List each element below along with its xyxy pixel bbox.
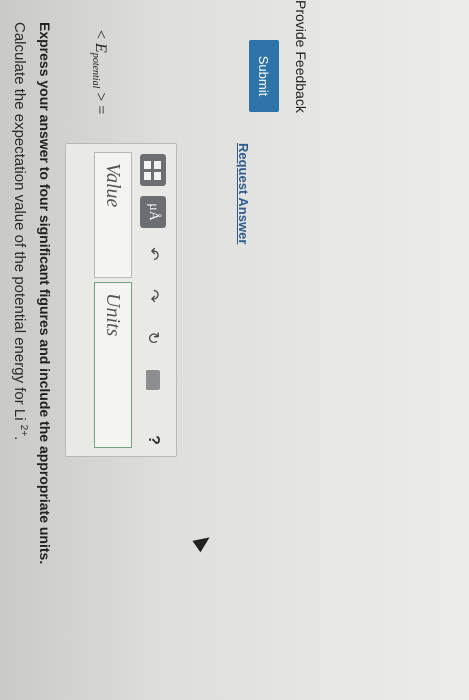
problem-page: Calculate the expectation value of the p… <box>0 0 469 700</box>
help-button[interactable]: ? <box>140 424 166 456</box>
provide-feedback-link[interactable]: Provide Feedback <box>293 0 309 113</box>
equation-label: < Epotential > = <box>90 30 109 115</box>
request-answer-link[interactable]: Request Answer <box>236 143 251 244</box>
undo-icon[interactable]: ↶ <box>140 238 166 270</box>
units-input[interactable] <box>94 282 132 448</box>
redo-icon[interactable]: ↷ <box>140 280 166 312</box>
answer-panel: μÅ ↶ ↷ ↻ ? <box>65 143 177 457</box>
reset-icon[interactable]: ↻ <box>140 322 166 354</box>
keyboard-button[interactable] <box>140 364 166 396</box>
answer-instruction: Express your answer to four significant … <box>37 22 53 565</box>
templates-button[interactable] <box>140 154 166 186</box>
mouse-cursor-icon <box>192 531 214 553</box>
units-symbol-button[interactable]: μÅ <box>140 196 166 228</box>
submit-button[interactable]: Submit <box>249 40 279 112</box>
question-text: Calculate the expectation value of the p… <box>11 22 29 441</box>
templates-icon <box>144 160 162 180</box>
value-input[interactable] <box>94 152 132 278</box>
math-toolbar: μÅ ↶ ↷ ↻ ? <box>138 154 168 445</box>
keyboard-icon <box>146 370 160 390</box>
